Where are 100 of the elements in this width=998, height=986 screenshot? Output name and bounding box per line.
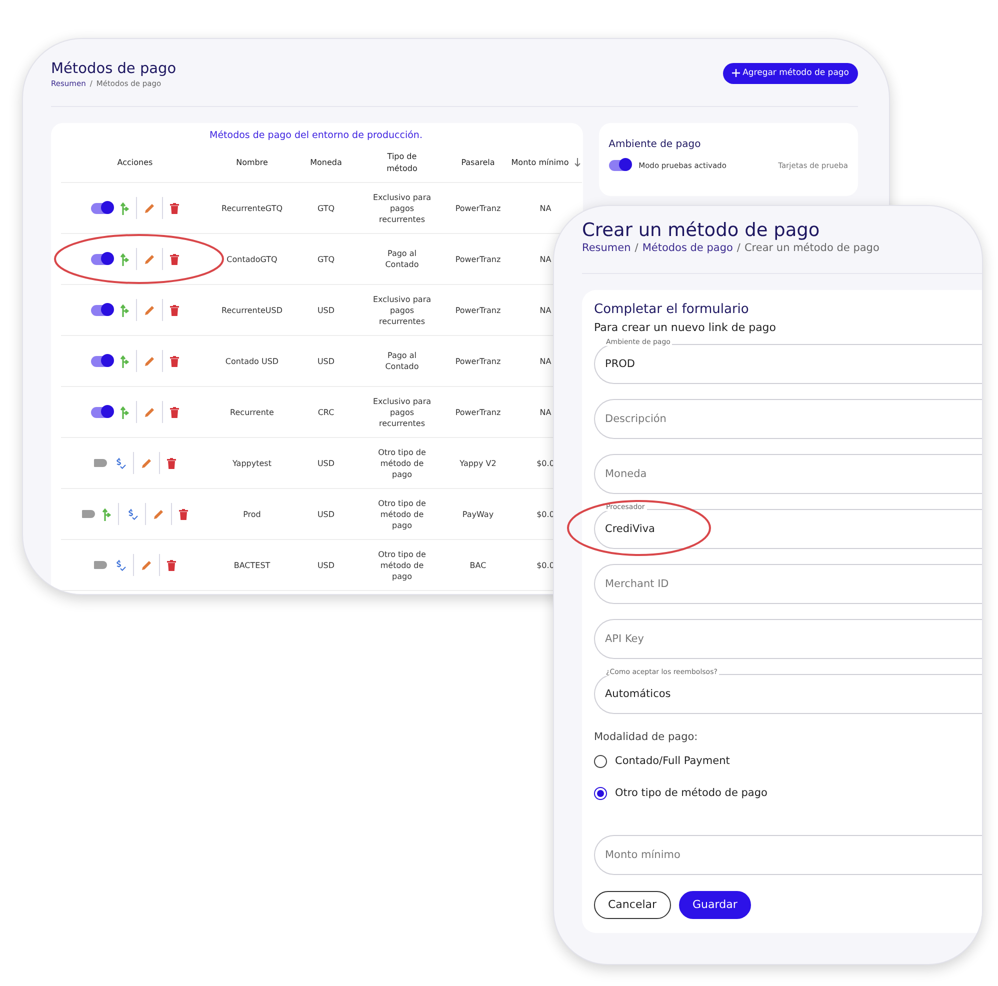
- radio-label[interactable]: Contado/Full Payment: [615, 754, 730, 770]
- table-cell-text: NA: [538, 304, 552, 316]
- column-header[interactable]: Acciones: [117, 158, 153, 167]
- trash-icon[interactable]: [170, 356, 179, 367]
- table-cell-text: BACTEST: [232, 560, 272, 571]
- table-cell-text: Otro tipo de método de pago: [377, 446, 427, 480]
- toggle-switch[interactable]: [91, 356, 113, 367]
- table-caption: Métodos de pago del entorno de producción.: [208, 128, 424, 143]
- table-cell-text: ContadoGTQ: [226, 254, 278, 265]
- table-cell-text: Prod: [242, 508, 262, 520]
- pencil-icon[interactable]: [144, 202, 155, 214]
- group-label: Modalidad de pago:: [594, 730, 699, 746]
- toggle-switch[interactable]: [608, 160, 631, 171]
- radio-label[interactable]: Otro tipo de método de pago: [615, 786, 768, 802]
- trash-icon[interactable]: [170, 254, 179, 265]
- breadcrumb-link[interactable]: Métodos de pago: [642, 242, 733, 254]
- column-header[interactable]: Monto mínimo: [510, 156, 570, 169]
- input-field[interactable]: API Key: [594, 619, 982, 660]
- split-arrow-icon[interactable]: [120, 252, 129, 266]
- table-cell-text: PowerTranz: [454, 254, 502, 265]
- table-cell-text: NA: [538, 202, 552, 214]
- input-field[interactable]: CrediViva: [594, 509, 982, 550]
- trash-icon[interactable]: [170, 406, 179, 418]
- split-arrow-icon[interactable]: [120, 354, 129, 368]
- pencil-icon[interactable]: [153, 508, 164, 520]
- pencil-icon[interactable]: [144, 406, 155, 418]
- table-cell-text: GTQ: [316, 254, 336, 265]
- breadcrumb-current: Crear un método de pago: [744, 242, 880, 254]
- toggle-switch[interactable]: [91, 254, 113, 265]
- table-cell-text: PowerTranz: [454, 202, 502, 214]
- page-title: Crear un método de pago: [582, 220, 821, 242]
- page-title: Métodos de pago: [51, 61, 176, 78]
- toggle-switch[interactable]: [94, 561, 107, 570]
- trash-icon[interactable]: [179, 508, 188, 520]
- radio-button[interactable]: [594, 755, 607, 768]
- table-cell-text: Yappy V2: [458, 458, 498, 469]
- table-cell-text: Recurrente: [229, 406, 275, 418]
- trash-icon[interactable]: [170, 304, 179, 316]
- add-method-button[interactable]: Agregar método de pago: [722, 63, 858, 84]
- pencil-icon[interactable]: [144, 304, 155, 316]
- dollar-check-icon[interactable]: [126, 508, 138, 520]
- table-cell-text: GTQ: [316, 202, 336, 214]
- table-cell-text: RecurrenteGTQ: [220, 202, 284, 214]
- table-cell: Exclusivo para pagos recurrentes: [372, 294, 432, 328]
- toggle-switch[interactable]: [91, 304, 113, 316]
- sort-arrow-icon[interactable]: [574, 158, 581, 168]
- table-cell-text: NA: [538, 254, 552, 265]
- table-cell-text: USD: [316, 356, 336, 367]
- toggle-switch[interactable]: [91, 406, 113, 418]
- table-cell-text: Pago al Contado: [384, 248, 420, 271]
- input-field[interactable]: Monto mínimo: [594, 835, 982, 876]
- input-field[interactable]: PROD: [594, 344, 982, 384]
- input-field[interactable]: Merchant ID: [594, 564, 982, 604]
- pencil-icon[interactable]: [144, 356, 155, 367]
- pencil-icon[interactable]: [144, 254, 155, 265]
- breadcrumb-link[interactable]: Resumen: [582, 242, 631, 254]
- table-cell-text: CRC: [316, 406, 336, 418]
- dollar-check-icon[interactable]: [114, 457, 126, 470]
- table-cell-text: USD: [316, 508, 336, 520]
- table-cell-text: BAC: [468, 560, 488, 571]
- input-field[interactable]: Automáticos: [594, 674, 982, 714]
- table-cell-text: NA: [538, 406, 552, 418]
- trash-icon[interactable]: [167, 560, 176, 571]
- table-cell-text: RecurrenteUSD: [220, 304, 284, 316]
- table-cell-text: PayWay: [461, 508, 495, 520]
- toggle-switch[interactable]: [94, 459, 107, 468]
- card-title: Completar el formulario: [594, 301, 750, 320]
- table-cell-text: PowerTranz: [454, 304, 502, 316]
- radio-button[interactable]: [594, 786, 607, 800]
- split-arrow-icon[interactable]: [120, 202, 129, 215]
- column-header[interactable]: Tipo de método: [372, 150, 432, 175]
- card-subtitle: Para crear un nuevo link de pago: [594, 320, 778, 336]
- table-cell-text: PowerTranz: [454, 356, 502, 367]
- table-cell: Exclusivo para pagos recurrentes: [372, 396, 432, 430]
- input-field[interactable]: Descripción: [594, 399, 982, 440]
- table-cell-text: Yappytest: [232, 458, 272, 469]
- trash-icon[interactable]: [167, 458, 176, 469]
- pencil-icon[interactable]: [141, 458, 152, 469]
- split-arrow-icon[interactable]: [120, 406, 129, 419]
- table-cell-text: USD: [316, 304, 336, 316]
- save-button[interactable]: Guardar: [678, 891, 752, 920]
- column-header[interactable]: Pasarela: [448, 156, 508, 169]
- trash-icon[interactable]: [170, 202, 179, 214]
- cancel-button[interactable]: Cancelar: [594, 891, 671, 920]
- column-header[interactable]: Nombre: [222, 156, 282, 169]
- table-cell: Exclusivo para pagos recurrentes: [372, 192, 432, 226]
- dollar-check-icon[interactable]: [114, 559, 126, 572]
- split-arrow-icon[interactable]: [102, 508, 111, 521]
- table-cell-text: PowerTranz: [454, 406, 502, 418]
- toggle-switch[interactable]: [91, 202, 113, 214]
- table-cell-text: USD: [316, 560, 336, 571]
- input-field[interactable]: Moneda: [594, 454, 982, 494]
- split-arrow-icon[interactable]: [120, 304, 129, 317]
- breadcrumb-separator: /: [736, 242, 740, 254]
- plus-icon[interactable]: [732, 69, 740, 78]
- pencil-icon[interactable]: [141, 560, 152, 571]
- table-cell-text: Otro tipo de método de pago: [377, 548, 427, 582]
- table-cell-text: Otro tipo de método de pago: [377, 498, 427, 532]
- toggle-switch[interactable]: [82, 510, 95, 518]
- column-header[interactable]: Moneda: [296, 156, 356, 169]
